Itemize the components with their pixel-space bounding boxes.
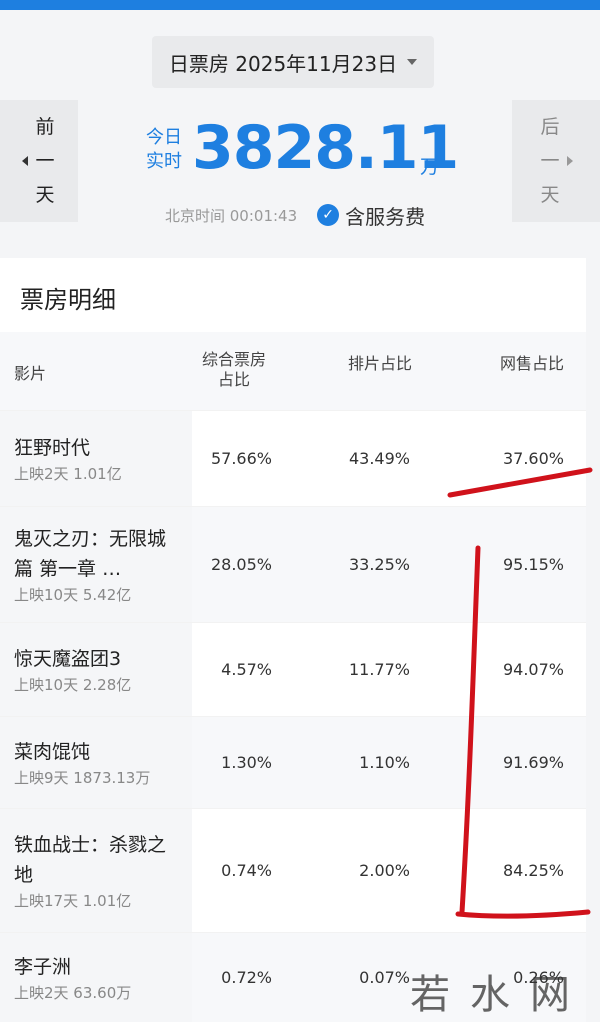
show-share-value: 2.00%: [359, 861, 410, 880]
column-header-show-share[interactable]: 排片占比: [332, 350, 412, 374]
total-unit: 万: [420, 156, 440, 178]
show-share-value: 33.25%: [348, 555, 410, 574]
box-share-value: 1.30%: [221, 753, 272, 772]
film-subtitle: 上映2天 1.01亿: [14, 464, 122, 483]
service-fee-label: 含服务费: [345, 204, 426, 229]
date-selector[interactable]: 日票房 2025年11月23日: [152, 36, 434, 88]
table-row[interactable]: 铁血战士：杀戮之地 上映17天 1.01亿 0.74% 2.00% 84.25%: [0, 808, 586, 932]
film-title: 李子洲: [14, 955, 72, 978]
table-row[interactable]: 鬼灭之刃：无限城篇 第一章 … 上映10天 5.42亿 28.05% 33.25…: [0, 506, 586, 622]
film-title: 狂野时代: [14, 436, 91, 459]
box-office-table: 影片 综合票房占比 排片占比 网售占比 狂野时代 上映2天 1.01亿 57.6…: [0, 332, 586, 1022]
film-cell: 鬼灭之刃：无限城篇 第一章 … 上映10天 5.42亿: [0, 507, 180, 622]
box-share-value: 57.66%: [210, 449, 272, 468]
online-share-value: 37.60%: [502, 449, 564, 468]
film-title: 鬼灭之刃：无限城篇 第一章 …: [14, 527, 167, 580]
film-title: 菜肉馄饨: [14, 740, 91, 763]
film-subtitle: 上映17天 1.01亿: [14, 891, 132, 910]
table-row[interactable]: 菜肉馄饨 上映9天 1873.13万 1.30% 1.10% 91.69%: [0, 716, 586, 808]
film-subtitle: 上映10天 2.28亿: [14, 675, 132, 694]
film-cell: 铁血战士：杀戮之地 上映17天 1.01亿: [0, 809, 180, 932]
film-subtitle: 上映9天 1873.13万: [14, 768, 151, 787]
section-title: 票房明细: [20, 286, 116, 314]
prev-day-button[interactable]: 前一天: [0, 100, 78, 222]
column-header-online-share[interactable]: 网售占比: [470, 350, 564, 374]
table-row[interactable]: 狂野时代 上映2天 1.01亿 57.66% 43.49% 37.60%: [0, 410, 586, 506]
box-share-value: 28.05%: [210, 555, 272, 574]
chevron-down-icon: [407, 59, 418, 65]
online-share-value: 91.69%: [502, 753, 564, 772]
date-selector-label: 日票房 2025年11月23日: [168, 51, 398, 76]
watermark: 若水网: [410, 972, 590, 1018]
online-share-value: 95.15%: [502, 555, 564, 574]
total-box-office: 3828.11: [192, 113, 459, 183]
show-share-value: 0.07%: [359, 968, 410, 987]
time-row: 北京时间 00:01:43 ✓ 含服务费: [165, 200, 425, 230]
box-share-value: 0.72%: [221, 968, 272, 987]
film-title: 铁血战士：杀戮之地: [14, 833, 167, 886]
show-share-value: 43.49%: [348, 449, 410, 468]
film-title: 惊天魔盗团3: [14, 647, 122, 670]
film-cell: 菜肉馄饨 上映9天 1873.13万: [0, 717, 192, 808]
online-share-value: 94.07%: [502, 660, 564, 679]
prev-day-label: 前一天: [35, 116, 55, 206]
film-cell: 狂野时代 上映2天 1.01亿: [0, 411, 192, 506]
show-share-value: 1.10%: [359, 753, 410, 772]
film-subtitle: 上映10天 5.42亿: [14, 585, 132, 604]
next-day-button[interactable]: 后一天: [512, 100, 600, 222]
column-header-film: 影片: [14, 364, 47, 383]
table-row[interactable]: 惊天魔盗团3 上映10天 2.28亿 4.57% 11.77% 94.07%: [0, 622, 586, 716]
table-header: 影片 综合票房占比 排片占比 网售占比: [0, 332, 586, 410]
next-day-label: 后一天: [540, 116, 560, 206]
box-share-value: 4.57%: [221, 660, 272, 679]
film-cell: 惊天魔盗团3 上映10天 2.28亿: [0, 623, 192, 716]
beijing-time: 北京时间 00:01:43: [165, 206, 298, 225]
box-share-value: 0.74%: [221, 861, 272, 880]
chevron-right-icon: [567, 156, 573, 166]
check-circle-icon: ✓: [317, 204, 340, 226]
chevron-left-icon: [22, 156, 28, 166]
online-share-value: 84.25%: [502, 861, 564, 880]
today-realtime-label: 今日实时: [146, 127, 182, 172]
film-subtitle: 上映2天 63.60万: [14, 983, 132, 1002]
film-cell: 李子洲 上映2天 63.60万: [0, 933, 192, 1022]
show-share-value: 11.77%: [348, 660, 410, 679]
top-accent-bar: [0, 0, 600, 10]
column-header-box-share[interactable]: 综合票房占比: [196, 350, 272, 390]
